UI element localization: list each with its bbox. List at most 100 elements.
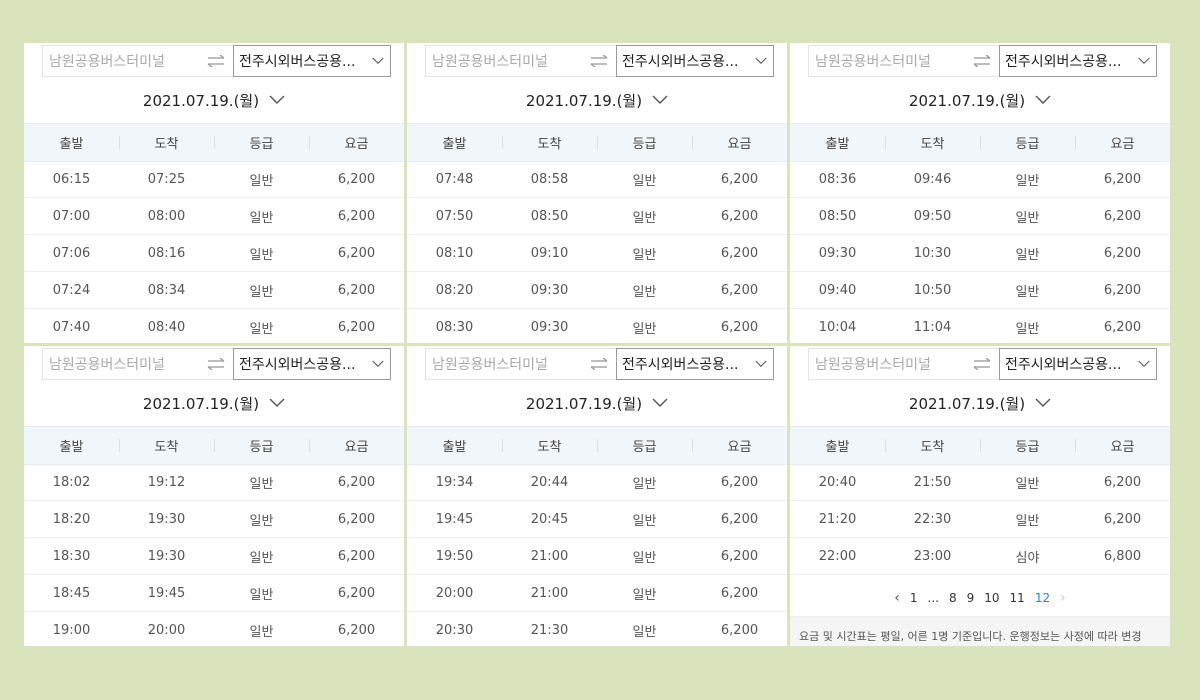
departure-time: 21:20 [818, 511, 857, 527]
page-link[interactable]: 1 [905, 591, 923, 605]
bus-timetable-grid: 남원공용버스터미널 전주시외버스공용... 2021.07.19.(월) 출발 도착 등급… [24, 43, 1170, 646]
arrival-time: 20:44 [530, 474, 569, 490]
timetable-rows: 06:15 07:25 일반 6,200 07:00 08:00 일반 6,200 07:06 0… [24, 161, 404, 343]
swap-arrows-icon[interactable] [581, 45, 616, 77]
arrival-select[interactable]: 전주시외버스공용... [616, 45, 774, 77]
page-link[interactable]: 8 [944, 591, 962, 605]
chevron-down-icon [372, 360, 384, 367]
departure-time: 07:06 [52, 245, 91, 261]
bus-grade: 일반 [632, 550, 657, 566]
fare: 6,200 [1103, 511, 1142, 527]
bus-grade: 일반 [632, 284, 657, 300]
chevron-right-icon: › [1060, 590, 1066, 606]
table-row: 07:48 08:58 일반 6,200 [407, 161, 787, 198]
departure-time: 10:04 [818, 319, 857, 335]
departure-input[interactable]: 남원공용버스터미널 [425, 45, 581, 77]
bus-grade: 일반 [249, 587, 274, 603]
date-label: 2021.07.19.(월) [142, 91, 260, 110]
departure-time: 07:24 [52, 282, 91, 298]
column-header: 요금 [1075, 427, 1170, 464]
page-link[interactable]: 9 [962, 591, 980, 605]
arrival-time: 19:45 [147, 585, 186, 601]
column-header: 요금 [692, 124, 787, 161]
table-row: 08:36 09:46 일반 6,200 [790, 161, 1170, 198]
arrival-select[interactable]: 전주시외버스공용... [999, 45, 1157, 77]
arrival-time: 08:40 [147, 319, 186, 335]
arrival-select[interactable]: 전주시외버스공용... [233, 348, 391, 380]
bus-grade: 일반 [1015, 284, 1040, 300]
arrival-time: 21:50 [913, 474, 952, 490]
arrival-time: 10:30 [913, 245, 952, 261]
departure-input[interactable]: 남원공용버스터미널 [425, 348, 581, 380]
swap-arrows-icon[interactable] [964, 348, 999, 380]
swap-arrows-icon[interactable] [198, 45, 233, 77]
date-label: 2021.07.19.(월) [908, 91, 1026, 110]
column-header: 도착 [885, 124, 980, 161]
swap-arrows-icon[interactable] [198, 348, 233, 380]
date-picker[interactable]: 2021.07.19.(월) [407, 392, 787, 414]
date-picker[interactable]: 2021.07.19.(월) [24, 392, 404, 414]
arrival-time: 10:50 [913, 282, 952, 298]
departure-time: 18:30 [52, 548, 91, 564]
arrival-select[interactable]: 전주시외버스공용... [999, 348, 1157, 380]
arrival-time: 07:25 [147, 171, 186, 187]
table-row: 22:00 23:00 심야 6,800 [790, 538, 1170, 575]
bus-grade: 일반 [249, 173, 274, 189]
date-picker[interactable]: 2021.07.19.(월) [790, 89, 1170, 111]
bus-grade: 일반 [632, 513, 657, 529]
table-row: 07:06 08:16 일반 6,200 [24, 235, 404, 272]
column-header: 출발 [442, 137, 467, 152]
fare: 6,200 [337, 548, 376, 564]
departure-time: 20:30 [435, 622, 474, 638]
table-row: 19:34 20:44 일반 6,200 [407, 464, 787, 501]
departure-input[interactable]: 남원공용버스터미널 [42, 348, 198, 380]
departure-input[interactable]: 남원공용버스터미널 [808, 348, 964, 380]
arrival-time: 09:30 [530, 319, 569, 335]
departure-time: 19:34 [435, 474, 474, 490]
chevron-left-icon[interactable]: ‹ [889, 590, 905, 606]
arrival-select[interactable]: 전주시외버스공용... [616, 348, 774, 380]
departure-input[interactable]: 남원공용버스터미널 [42, 45, 198, 77]
timetable-rows: 08:36 09:46 일반 6,200 08:50 09:50 일반 6,200 09:30 1… [790, 161, 1170, 343]
chevron-down-icon [269, 95, 285, 104]
table-row: 09:40 10:50 일반 6,200 [790, 272, 1170, 309]
arrival-select-value: 전주시외버스공용... [622, 54, 739, 70]
fare: 6,200 [720, 511, 759, 527]
swap-arrows-icon[interactable] [964, 45, 999, 77]
arrival-time: 08:58 [530, 171, 569, 187]
arrival-time: 20:00 [147, 622, 186, 638]
date-picker[interactable]: 2021.07.19.(월) [24, 89, 404, 111]
swap-arrows-icon[interactable] [581, 348, 616, 380]
table-row: 07:24 08:34 일반 6,200 [24, 272, 404, 309]
table-row: 20:30 21:30 일반 6,200 [407, 612, 787, 646]
bus-grade: 일반 [632, 247, 657, 263]
column-header: 등급 [214, 124, 309, 161]
page-link[interactable]: 10 [979, 591, 1004, 605]
timetable-panel-6: 남원공용버스터미널 전주시외버스공용... 2021.07.19.(월) 출발 도착 등급… [790, 346, 1170, 646]
table-row: 18:45 19:45 일반 6,200 [24, 575, 404, 612]
column-header: 도착 [119, 427, 214, 464]
fare: 6,200 [1103, 319, 1142, 335]
arrival-time: 09:50 [913, 208, 952, 224]
table-header: 출발 도착 등급 요금 [790, 426, 1170, 465]
departure-time: 07:48 [435, 171, 474, 187]
arrival-time: 09:46 [913, 171, 952, 187]
arrival-time: 21:00 [530, 548, 569, 564]
date-label: 2021.07.19.(월) [525, 91, 643, 110]
date-picker[interactable]: 2021.07.19.(월) [407, 89, 787, 111]
bus-grade: 일반 [249, 624, 274, 640]
arrival-select-value: 전주시외버스공용... [1005, 357, 1122, 373]
fare: 6,200 [1103, 245, 1142, 261]
column-header: 요금 [309, 124, 404, 161]
page-link[interactable]: 12 [1030, 591, 1055, 605]
date-picker[interactable]: 2021.07.19.(월) [790, 392, 1170, 414]
departure-input[interactable]: 남원공용버스터미널 [808, 45, 964, 77]
table-row: 08:20 09:30 일반 6,200 [407, 272, 787, 309]
arrival-select[interactable]: 전주시외버스공용... [233, 45, 391, 77]
fare: 6,200 [337, 511, 376, 527]
timetable-rows: 07:48 08:58 일반 6,200 07:50 08:50 일반 6,200 08:10 0… [407, 161, 787, 343]
page-link[interactable]: 11 [1005, 591, 1030, 605]
bus-grade: 일반 [632, 173, 657, 189]
table-row: 08:10 09:10 일반 6,200 [407, 235, 787, 272]
timetable-panel-2: 남원공용버스터미널 전주시외버스공용... 2021.07.19.(월) 출발 도착 등급… [407, 43, 787, 343]
